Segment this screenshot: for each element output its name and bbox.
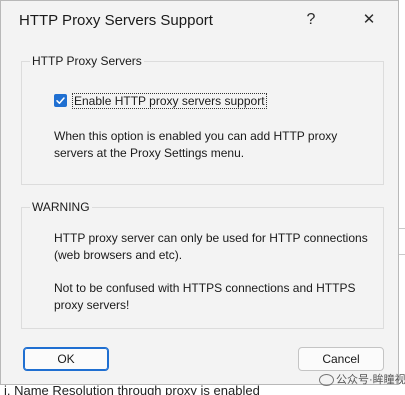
cancel-button[interactable]: Cancel xyxy=(298,347,384,371)
checkmark-icon xyxy=(56,97,65,104)
group-label: WARNING xyxy=(30,200,92,214)
ok-button[interactable]: OK xyxy=(23,347,109,371)
warning-group: WARNING HTTP proxy server can only be us… xyxy=(21,200,384,329)
http-proxy-servers-group: HTTP Proxy Servers Enable HTTP proxy ser… xyxy=(21,54,384,185)
proxy-support-dialog: HTTP Proxy Servers Support ? ✕ HTTP Prox… xyxy=(0,0,399,385)
warning-text: HTTP proxy server can only be used for H… xyxy=(54,231,368,262)
dialog-title: HTTP Proxy Servers Support xyxy=(19,12,213,29)
watermark-text: 公众号·眸瞳视界 xyxy=(336,374,405,386)
enable-proxy-checkbox[interactable] xyxy=(54,94,67,107)
help-button[interactable]: ? xyxy=(301,11,321,31)
proxy-description: When this option is enabled you can add … xyxy=(54,129,338,160)
group-label: HTTP Proxy Servers xyxy=(30,54,144,68)
close-button[interactable]: ✕ xyxy=(359,11,379,31)
enable-proxy-label[interactable]: Enable HTTP proxy servers support xyxy=(72,93,267,109)
watermark: 公众号·眸瞳视界 xyxy=(319,371,405,387)
warning-text: Not to be confused with HTTPS connection… xyxy=(54,281,356,312)
chat-icon xyxy=(319,374,334,387)
title-bar: HTTP Proxy Servers Support ? ✕ xyxy=(1,1,398,39)
